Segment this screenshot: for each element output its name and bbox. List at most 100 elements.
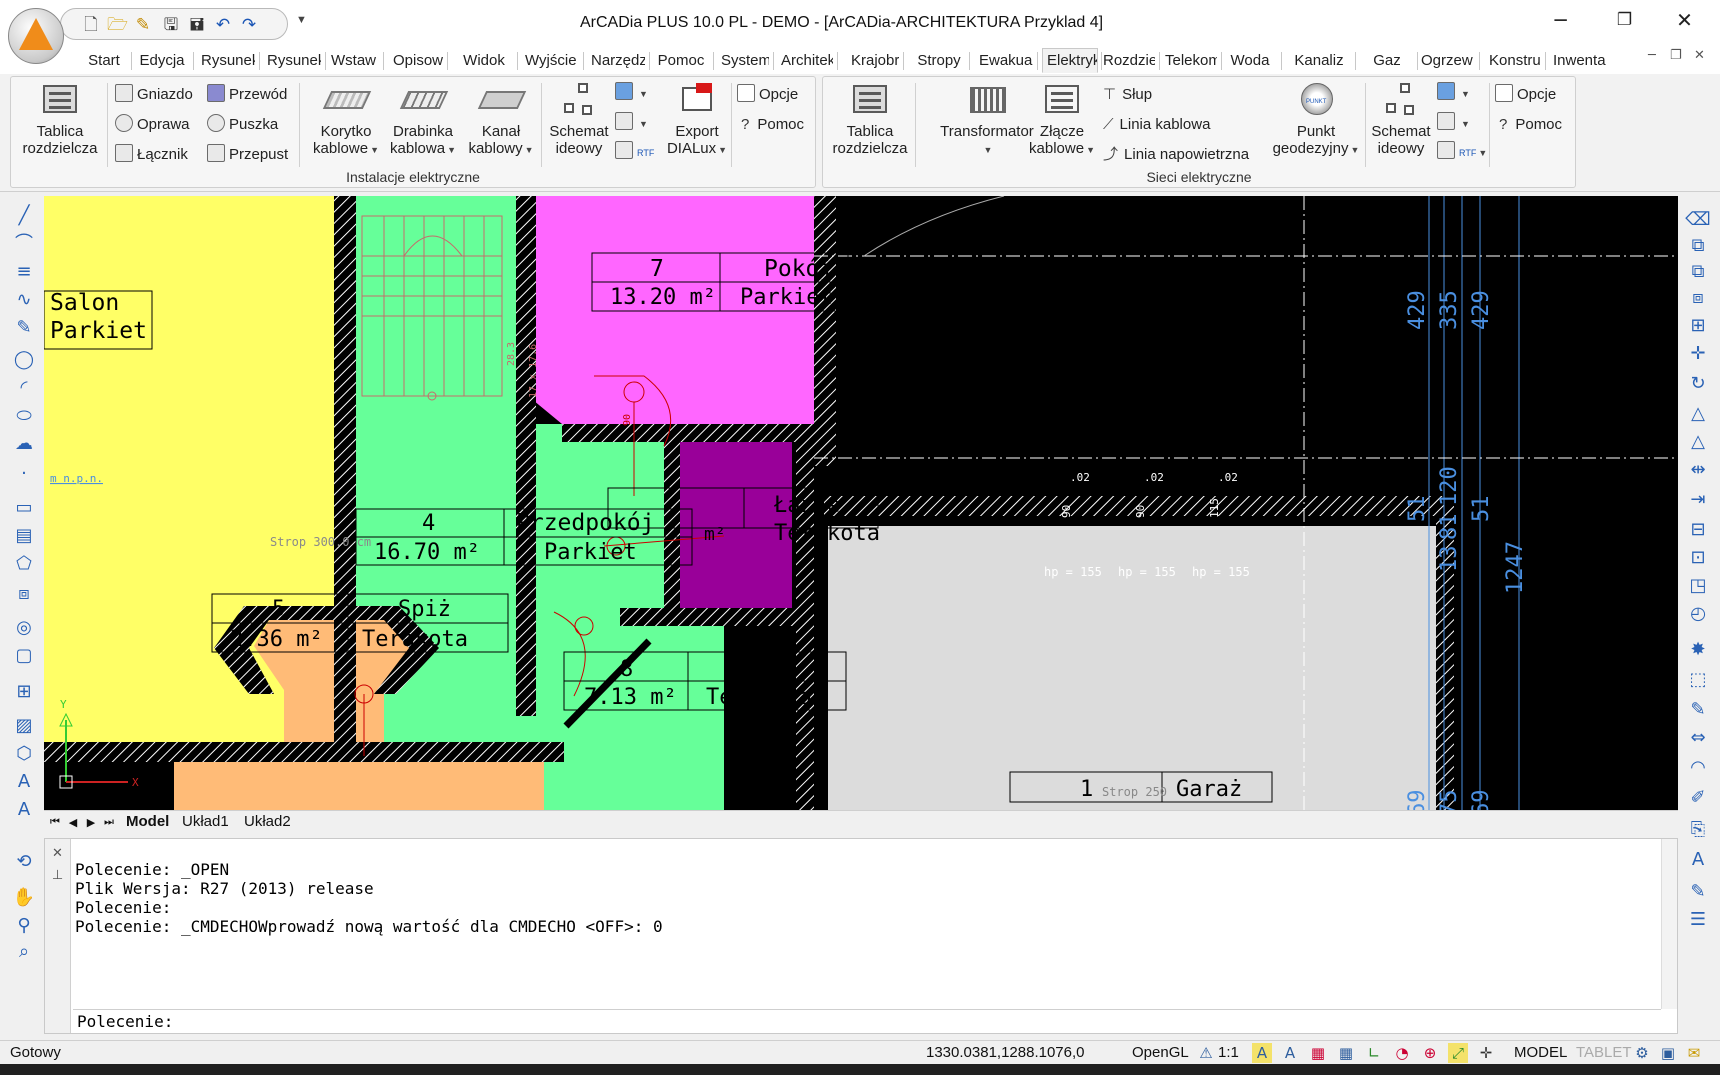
workspace-icon[interactable]: ▣ [1658,1043,1678,1063]
pomoc-button-1[interactable]: ? Pomoc [741,113,804,137]
annotation-scale-icon[interactable]: ⚠ [1196,1043,1216,1063]
magic-wand-icon[interactable]: ✎ [133,15,153,35]
command-scrollbar[interactable] [1661,839,1677,1009]
revision-cloud-icon[interactable]: ☁ [10,432,38,456]
polygon-icon[interactable]: ⬠ [10,552,38,576]
point-icon[interactable]: · [10,462,38,486]
schemat-ideowy-button[interactable]: Schemat ideowy [547,81,611,157]
chamfer-icon[interactable]: ◳ [1684,574,1712,598]
wipeout-icon[interactable]: ⬡ [10,742,38,766]
kanal-kablowy-button[interactable]: Kanał kablowy ▼ [465,81,537,159]
zlacze-kablowe-button[interactable]: Złącze kablowe ▼ [1025,81,1099,159]
osnap-icon[interactable]: ⊕ [1420,1043,1440,1063]
otrack-icon[interactable]: ⤢ [1448,1043,1468,1063]
gniazdo-button[interactable]: Gniazdo [115,83,193,107]
tab-rysunek[interactable]: Rysunek [262,48,322,73]
circle-icon[interactable]: ◯ [10,348,38,372]
tab-woda[interactable]: Woda [1222,48,1278,73]
tablica-rozdzielcza-sieci-button[interactable]: Tablica rozdzielcza [827,81,913,157]
text-style-icon[interactable]: A [1684,848,1712,872]
tab-widok[interactable]: Widok [454,48,514,73]
layout-tab-model[interactable]: Model [126,812,169,832]
open-folder-icon[interactable]: 🗁 [107,15,128,35]
lineweight-icon[interactable]: ✛ [1476,1043,1496,1063]
freehand-icon[interactable]: ✎ [10,316,38,340]
offset-icon[interactable]: ⧈ [1684,286,1712,310]
drawing-canvas[interactable]: Parkiet Salon 7 Pokój 13.20 m² Parkiet 4… [44,196,1678,810]
save-as-icon[interactable]: 🖬 [187,15,207,35]
region-icon[interactable]: ⧈ [10,582,38,606]
erase-icon[interactable]: ⌫ [1684,208,1712,232]
multiline-icon[interactable]: ≡ [10,260,38,284]
close-icon[interactable]: ✕ [45,845,70,861]
sieci-edit-dropdown[interactable]: ▼ [1437,111,1470,135]
line-icon[interactable]: ╱ [10,204,38,228]
schemat-view-dropdown[interactable]: ▼ [615,81,648,105]
qat-customize-icon[interactable]: ▼ [296,14,307,26]
array-icon[interactable]: ⊞ [1684,314,1712,338]
tab-inwenta[interactable]: Inwenta [1548,48,1610,73]
puszka-button[interactable]: Puszka [207,113,278,137]
undo-icon[interactable]: ↶ [213,15,233,35]
tab-konstru[interactable]: Konstru [1484,48,1542,73]
sieci-view-dropdown[interactable]: ▼ [1437,81,1470,105]
copy-icon[interactable]: ⧉ [1684,234,1712,258]
grid-icon[interactable]: ▦ [1336,1043,1356,1063]
przewod-button[interactable]: Przewód [207,83,287,107]
tab-ogrzew[interactable]: Ogrzew [1416,48,1476,73]
measure-icon[interactable]: ⇔ [1684,726,1712,750]
window-minimize-icon[interactable]: ─ [1532,0,1589,40]
rectangle-icon[interactable]: ▭ [10,496,38,520]
edit-icon[interactable]: ✎ [1684,698,1712,722]
boundary-icon[interactable]: ▢ [10,644,38,668]
gradient-icon[interactable]: ▨ [10,714,38,738]
text-icon[interactable]: A [10,770,38,794]
align-icon[interactable]: ✐ [1684,786,1712,810]
zoom-icon[interactable]: ⚲ [10,914,38,938]
tab-system[interactable]: System [716,48,770,73]
next-layout-icon[interactable]: ▶ [82,813,100,831]
room-pokoj-fill[interactable] [516,196,834,424]
snap-icon[interactable]: ▦ [1308,1043,1328,1063]
scale-icon[interactable]: △ [1684,402,1712,426]
block-icon[interactable]: ⊞ [10,680,38,704]
tab-rozdzie[interactable]: Rozdzie [1098,48,1156,73]
oprawa-button[interactable]: Oprawa [115,113,190,137]
mirror-icon[interactable]: ⧉ [1684,260,1712,284]
trim-icon[interactable]: ⇹ [1684,458,1712,482]
move-icon[interactable]: ✛ [1684,342,1712,366]
layout-tab-uklad1[interactable]: Układ1 [182,812,229,832]
drabinka-kablowa-button[interactable]: Drabinka kablowa ▼ [385,81,461,159]
przepust-button[interactable]: Przepust [207,143,288,167]
rotate-icon[interactable]: ↻ [1684,372,1712,396]
polyline-icon[interactable]: ⌒ [10,232,38,256]
window-restore-icon[interactable]: ❐ [1596,0,1653,40]
mail-icon[interactable]: ✉ [1684,1043,1704,1063]
first-layout-icon[interactable]: ⏮ [46,813,64,831]
status-model[interactable]: MODEL [1514,1044,1567,1061]
arc-edit-icon[interactable]: ◠ [1684,756,1712,780]
donut-icon[interactable]: ◎ [10,616,38,640]
doc-restore-icon[interactable]: ❐ [1670,48,1682,63]
polar-icon[interactable]: ◔ [1392,1043,1412,1063]
tab-start[interactable]: Start [80,48,128,73]
tab-pomoc[interactable]: Pomoc [652,48,710,73]
ortho-icon[interactable]: ∟ [1364,1043,1384,1063]
tab-elektryk[interactable]: Elektryk [1042,48,1098,73]
app-logo-button[interactable] [8,8,64,64]
cube-icon[interactable]: ⬚ [1684,668,1712,692]
tab-telekom[interactable]: Telekom [1160,48,1218,73]
schemat-edit-dropdown[interactable]: ▼ [615,111,648,135]
pin-icon[interactable]: ⊥ [45,867,70,883]
layout-tab-uklad2[interactable]: Układ2 [244,812,291,832]
last-layout-icon[interactable]: ⏭ [100,813,118,831]
attach-icon[interactable]: ⎘ [1684,818,1712,842]
new-file-icon[interactable]: 🗋 [81,15,101,35]
tab-wstaw[interactable]: Wstaw [326,48,380,73]
tab-rysunek[interactable]: Rysunek [196,48,256,73]
tab-wyjście[interactable]: Wyjście [520,48,580,73]
mtext-icon[interactable]: A [10,798,38,822]
tab-opisow[interactable]: Opisow [388,48,444,73]
zoom-extents-icon[interactable]: ⌕ [10,940,38,964]
fillet-icon[interactable]: ◴ [1684,602,1712,626]
